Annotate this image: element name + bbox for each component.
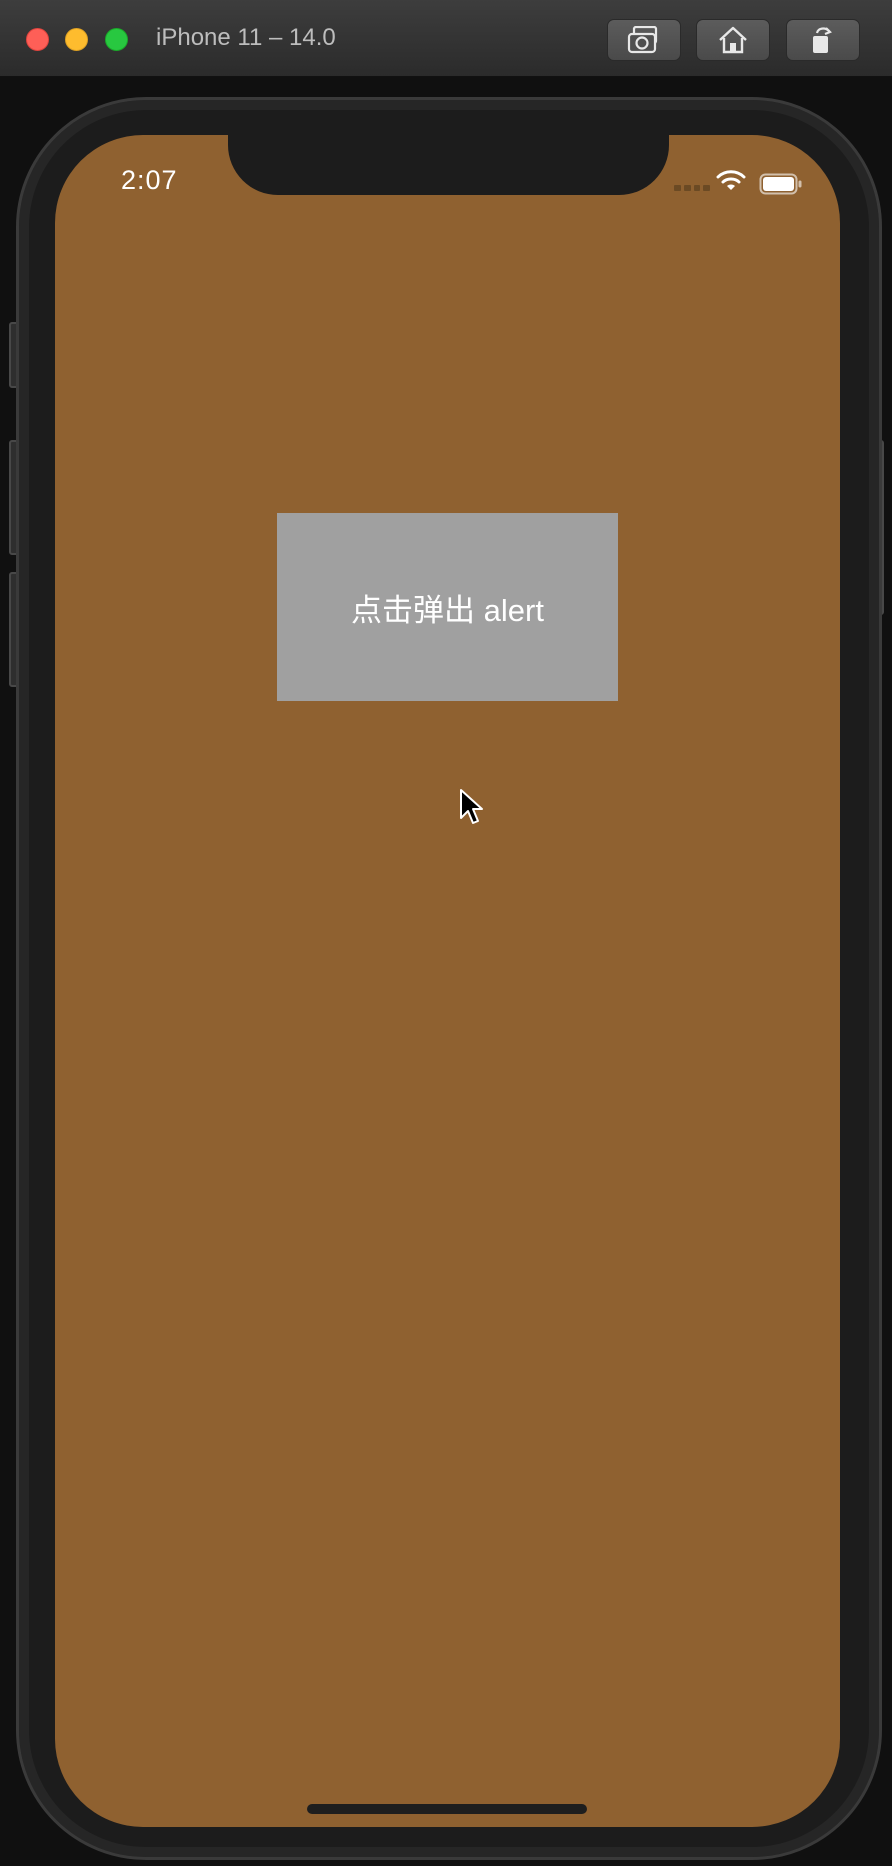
minimize-window-button[interactable]: [65, 28, 88, 51]
battery-icon: [759, 173, 802, 195]
cellular-signal-icon: [674, 185, 710, 191]
close-window-button[interactable]: [26, 28, 49, 51]
zoom-window-button[interactable]: [105, 28, 128, 51]
mouse-cursor-icon: [460, 789, 483, 824]
simulator-titlebar: iPhone 11 – 14.0: [0, 0, 892, 77]
show-alert-button[interactable]: 点击弹出 alert: [277, 513, 618, 701]
home-icon: [719, 26, 747, 54]
camera-icon: [627, 26, 658, 54]
status-bar-time: 2:07: [121, 165, 178, 195]
home-button[interactable]: [696, 19, 770, 61]
notch: [228, 135, 669, 195]
screenshot-button[interactable]: [607, 19, 681, 61]
wifi-icon: [716, 170, 746, 190]
window-title: iPhone 11 – 14.0: [156, 24, 336, 51]
rotate-button[interactable]: [786, 19, 860, 61]
device-screen: 2:07 点击弹出 alert: [55, 135, 840, 1827]
rotate-icon: [813, 27, 832, 53]
home-indicator[interactable]: [307, 1804, 587, 1814]
